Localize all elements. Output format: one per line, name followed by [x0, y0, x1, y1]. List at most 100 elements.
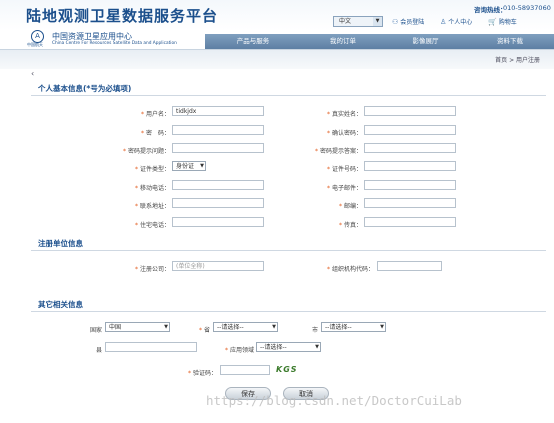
breadcrumb-bar — [0, 49, 554, 69]
chevron-down-icon: ▼ — [200, 163, 204, 169]
question-input[interactable] — [172, 143, 264, 153]
company-label: * 注册公司： — [134, 266, 170, 273]
postcode-label: * 邮编： — [338, 203, 362, 210]
captcha-input[interactable] — [220, 365, 270, 375]
personal-center-label: 个人中心 — [448, 19, 473, 26]
required-mark: * — [134, 166, 138, 173]
hotline-number: 010-58937060 — [503, 4, 551, 12]
user-icon: ♙ — [440, 17, 447, 26]
fax-input[interactable] — [364, 217, 456, 227]
required-mark: * — [326, 111, 330, 118]
org-code-label: * 组织机构代码： — [326, 266, 374, 273]
chevron-down-icon: ▼ — [315, 344, 319, 350]
county-label: 县 — [95, 347, 102, 354]
member-login-link[interactable]: ⚇ 会员登陆 — [392, 17, 425, 27]
chevron-down-icon: ▼ — [380, 324, 384, 330]
province-select[interactable]: --请选择-- ▼ — [213, 322, 278, 332]
required-mark: * — [326, 185, 330, 192]
phone-input[interactable] — [172, 217, 264, 227]
company-input[interactable]: (单位全称) — [172, 261, 264, 271]
idnum-label: * 证件号码： — [326, 166, 362, 173]
field-value: --请选择-- — [260, 344, 287, 351]
field-label: * 应用领域 — [224, 347, 254, 354]
required-mark: * — [326, 130, 330, 137]
phone-label: * 住宅电话： — [134, 222, 170, 229]
section-personal-title: 个人基本信息(*号为必填项) — [38, 84, 132, 93]
divider — [31, 250, 546, 251]
required-mark: * — [224, 347, 228, 354]
required-mark: * — [134, 222, 138, 229]
field-select[interactable]: --请选择-- ▼ — [256, 342, 321, 352]
idtype-select[interactable]: 身份证 ▼ — [172, 161, 206, 171]
password-input[interactable] — [172, 125, 264, 135]
section-other-title: 其它相关信息 — [38, 300, 83, 309]
required-mark: * — [134, 185, 138, 192]
required-mark: * — [326, 266, 330, 273]
password-label: * 密 码： — [140, 130, 170, 137]
chevron-down-icon: ▼ — [373, 17, 382, 26]
mobile-input[interactable] — [172, 180, 264, 190]
cart-icon: 🛒 — [488, 17, 497, 26]
captcha-image[interactable]: KGS — [276, 365, 304, 376]
chevron-down-icon: ▼ — [272, 324, 276, 330]
country-select[interactable]: 中国 ▼ — [105, 322, 170, 332]
mobile-label: * 移动电话： — [134, 185, 170, 192]
required-mark: * — [122, 148, 126, 155]
realname-input[interactable] — [364, 106, 456, 116]
confirm-password-label: * 确认密码： — [326, 130, 362, 137]
answer-input[interactable] — [364, 143, 456, 153]
required-mark: * — [134, 266, 138, 273]
country-label: 国家 — [89, 327, 102, 334]
members-icon: ⚇ — [392, 17, 399, 26]
email-input[interactable] — [364, 180, 456, 190]
center-name-en: China Centre For Resources Satellite Dat… — [52, 41, 177, 46]
fax-label: * 传真： — [338, 222, 362, 229]
cart-link[interactable]: 🛒 购物车 — [488, 17, 517, 27]
nav-products[interactable]: 产品与服务 — [205, 34, 301, 49]
province-label: * 省 — [198, 327, 210, 334]
org-code-input[interactable] — [377, 261, 442, 271]
country-value: 中国 — [109, 324, 122, 331]
main-nav: 产品与服务 我的订单 影像展厅 资料下载 — [205, 34, 554, 49]
member-login-label: 会员登陆 — [400, 19, 425, 26]
required-mark: * — [187, 370, 191, 377]
realname-label: * 真实姓名： — [326, 111, 362, 118]
nav-orders[interactable]: 我的订单 — [301, 34, 385, 49]
email-label: * 电子邮件： — [326, 185, 362, 192]
required-mark: * — [314, 148, 318, 155]
required-mark: * — [198, 327, 202, 334]
required-mark: * — [140, 130, 144, 137]
required-mark: * — [326, 166, 330, 173]
back-arrow-icon[interactable]: ‹ — [31, 69, 34, 78]
confirm-password-input[interactable] — [364, 125, 456, 135]
required-mark: * — [338, 203, 342, 210]
required-mark: * — [338, 222, 342, 229]
divider — [31, 311, 546, 312]
divider — [31, 95, 546, 96]
language-select[interactable]: 中文 ▼ — [333, 16, 383, 27]
cart-label: 购物车 — [498, 19, 517, 26]
personal-center-link[interactable]: ♙ 个人中心 — [440, 17, 473, 27]
required-mark: * — [134, 203, 138, 210]
username-input[interactable]: tidkjdx — [172, 106, 264, 116]
city-select[interactable]: --请选择-- ▼ — [321, 322, 386, 332]
postcode-input[interactable] — [364, 198, 456, 208]
username-label: * 用户名： — [140, 111, 170, 118]
city-label: 市 — [311, 327, 318, 334]
idtype-value: 身份证 — [176, 163, 195, 170]
idnum-input[interactable] — [364, 161, 456, 171]
nav-downloads[interactable]: 资料下载 — [466, 34, 554, 49]
nav-gallery[interactable]: 影像展厅 — [385, 34, 466, 49]
idtype-label: * 证件类型： — [134, 166, 170, 173]
county-input[interactable] — [105, 342, 197, 352]
province-value: --请选择-- — [217, 324, 244, 331]
hotline-label: 咨询热线： — [474, 6, 507, 14]
required-mark: * — [140, 111, 144, 118]
language-value: 中文 — [339, 18, 352, 25]
section-unit-title: 注册单位信息 — [38, 239, 83, 248]
logo-caption: 中国航天 — [27, 42, 43, 47]
city-value: --请选择-- — [325, 324, 352, 331]
question-label: * 密码提示问题： — [122, 148, 170, 155]
address-input[interactable] — [172, 198, 264, 208]
breadcrumb: 首页 > 用户注册 — [495, 57, 540, 64]
